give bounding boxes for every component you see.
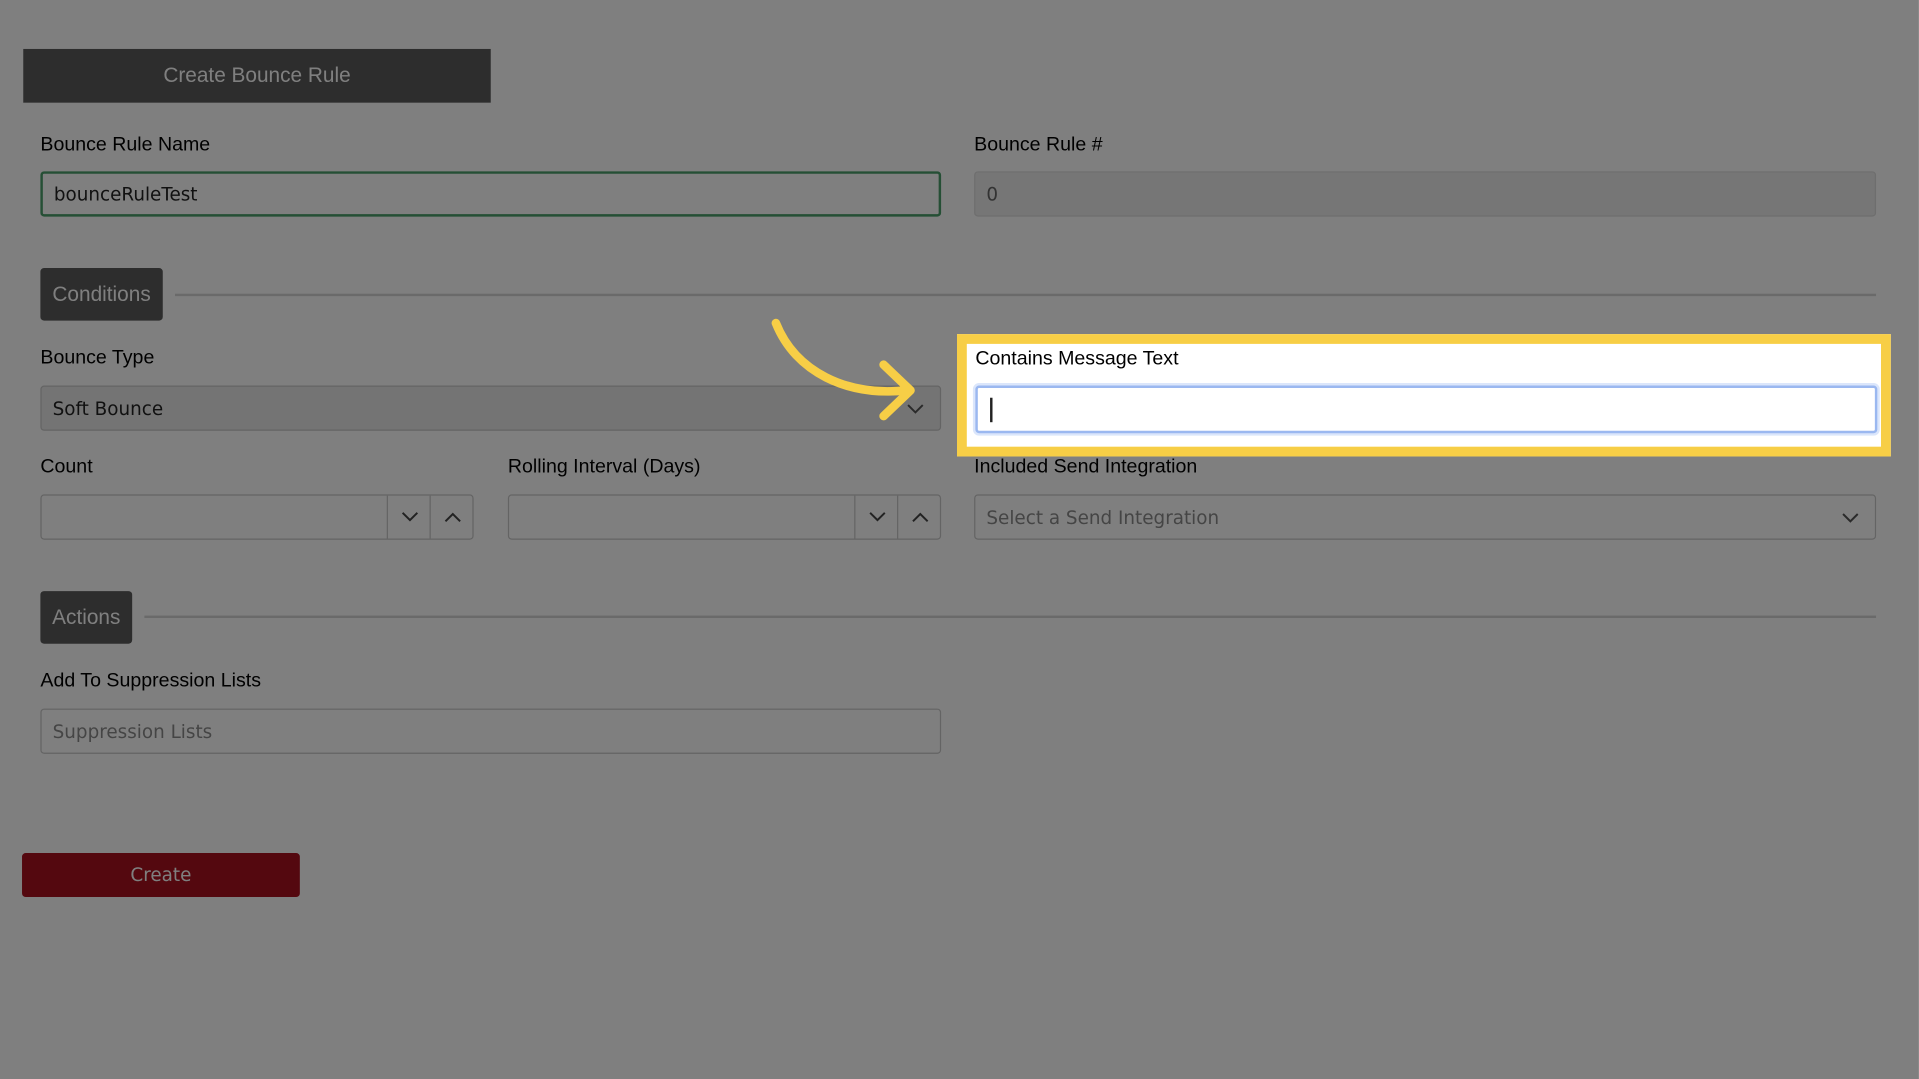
contains-message-text-input[interactable] (975, 385, 1878, 434)
highlight-frame: Contains Message Text (957, 334, 1891, 457)
stage: Create Bounce Rule Bounce Rule Name boun… (0, 0, 1919, 1079)
contains-message-text-label: Contains Message Text (975, 348, 1179, 370)
text-caret (990, 397, 992, 423)
curved-arrow-icon (771, 318, 915, 421)
dim-overlay (0, 0, 1919, 1079)
